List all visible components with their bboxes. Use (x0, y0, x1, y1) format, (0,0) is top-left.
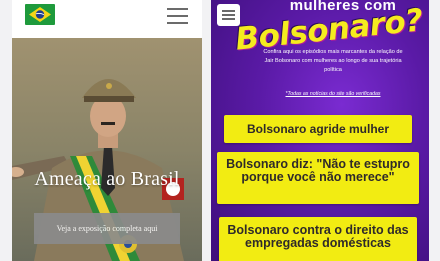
brazil-flag-icon[interactable] (25, 4, 55, 25)
hamburger-icon[interactable] (167, 8, 188, 24)
intro-text: Confira aqui os episódios mais marcantes… (263, 49, 403, 73)
episode-card[interactable]: Bolsonaro contra o direito das empregada… (219, 217, 417, 261)
right-phone-page: mulheres com Bolsonaro? Confira aqui os … (211, 0, 429, 261)
screenshot-stage: Ameaça ao Brasil Veja a exposição comple… (0, 0, 440, 261)
hero-banner: Ameaça ao Brasil Veja a exposição comple… (12, 38, 202, 261)
episode-card[interactable]: Bolsonaro diz: "Não te estupro porque vo… (217, 152, 419, 204)
episode-card[interactable]: Bolsonaro agride mulher (224, 115, 412, 143)
left-phone-page: Ameaça ao Brasil Veja a exposição comple… (12, 0, 202, 261)
site-header (12, 0, 202, 32)
verified-note-link[interactable]: *Todas as notícias do site são verificad… (263, 91, 403, 99)
hero-title: Ameaça ao Brasil (34, 168, 180, 190)
view-exhibition-button[interactable]: Veja a exposição completa aqui (34, 213, 180, 244)
